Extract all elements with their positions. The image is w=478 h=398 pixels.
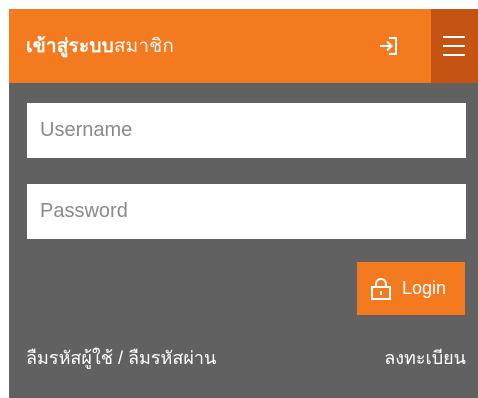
header-title-light: สมาชิก — [113, 36, 175, 57]
login-header: เข้าสู่ระบบสมาชิก — [9, 9, 478, 83]
password-input[interactable] — [27, 184, 466, 239]
login-panel: เข้าสู่ระบบสมาชิก Login — [9, 9, 478, 398]
login-arrow-icon[interactable] — [377, 35, 399, 57]
lock-icon — [370, 277, 392, 301]
hamburger-menu-button[interactable] — [431, 9, 478, 83]
header-title: เข้าสู่ระบบสมาชิก — [26, 31, 174, 61]
header-title-bold: เข้าสู่ระบบ — [26, 36, 114, 57]
register-link[interactable]: ลงทะเบียน — [384, 343, 466, 372]
username-input[interactable] — [27, 103, 466, 158]
login-button[interactable]: Login — [357, 262, 465, 315]
login-button-label: Login — [402, 278, 447, 298]
forgot-credentials-link[interactable]: ลืมรหัสผู้ใช้ / ลืมรหัสผ่าน — [26, 343, 216, 372]
